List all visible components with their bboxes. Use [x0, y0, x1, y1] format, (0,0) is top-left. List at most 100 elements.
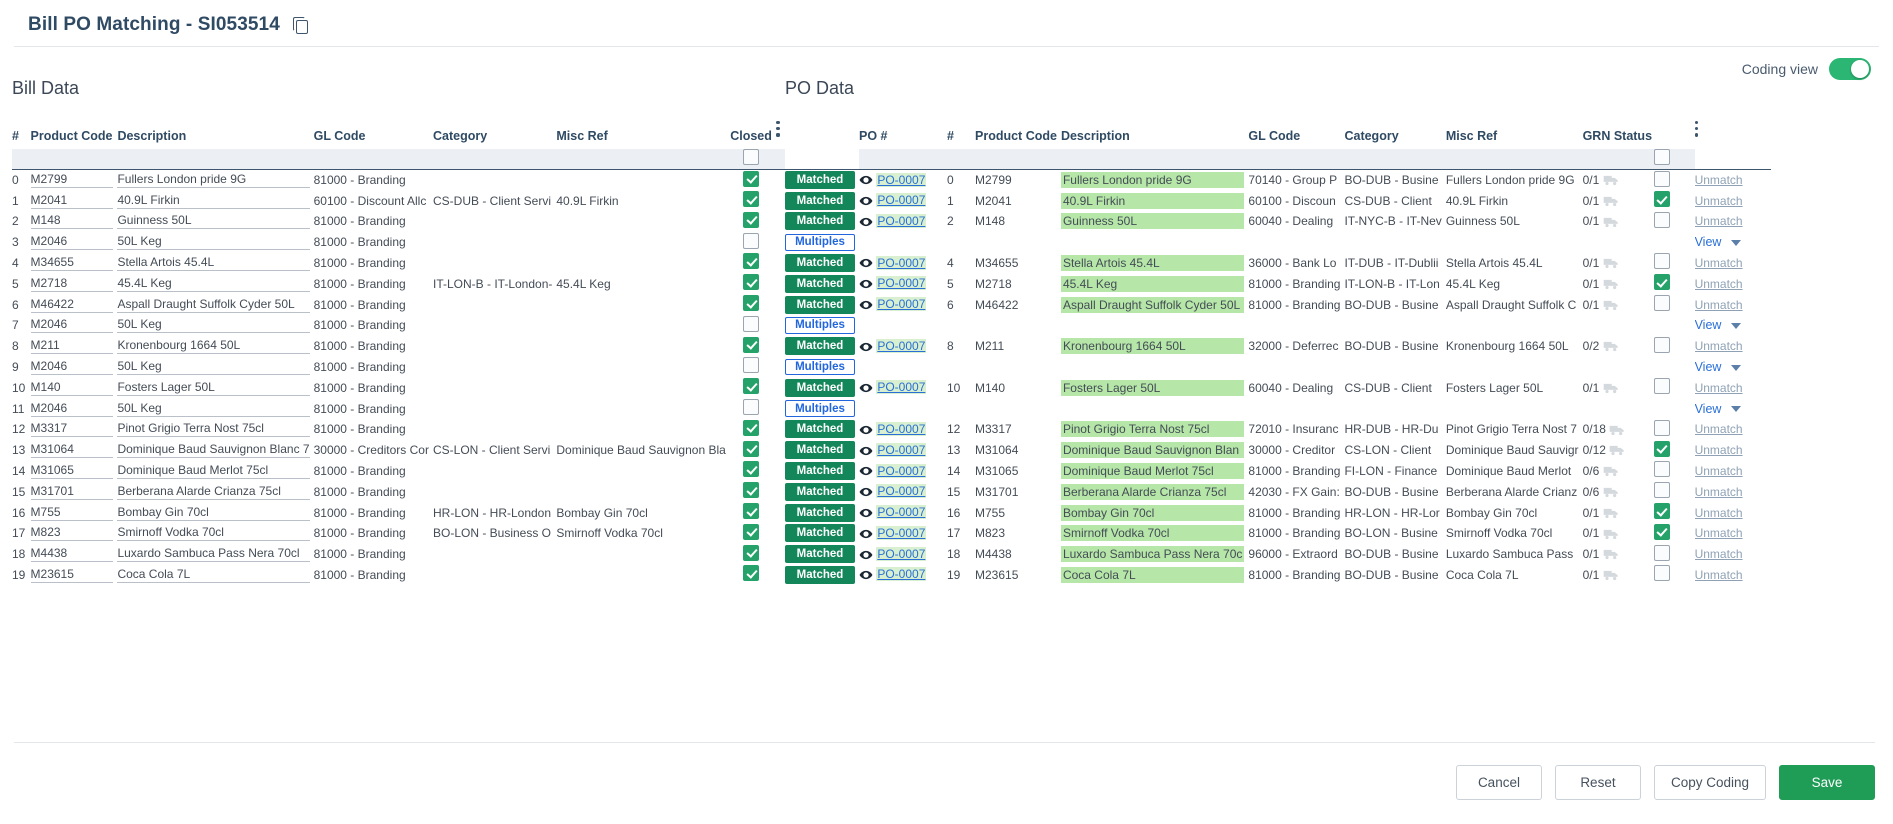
bill-row-gl-code[interactable]: 81000 - Branding [314, 523, 433, 544]
bill-row-gl-code[interactable]: 81000 - Branding [314, 419, 433, 440]
bill-row-category[interactable]: CS-DUB - Client Servi [433, 190, 556, 211]
closed-checkbox[interactable] [743, 544, 760, 561]
closed-checkbox[interactable] [743, 440, 760, 457]
preview-eye-icon[interactable] [859, 485, 873, 499]
bill-row-description[interactable]: Pinot Grigio Terra Nost 75cl [117, 419, 313, 440]
bill-row-gl-code[interactable]: 81000 - Branding [314, 336, 433, 357]
po-row-status[interactable]: Matched [785, 273, 859, 294]
bill-row-gl-code[interactable]: 81000 - Branding [314, 253, 433, 274]
po-closed-checkbox[interactable] [1653, 523, 1670, 540]
bill-row-misc-ref[interactable]: Dominique Baud Sauvignon Bla [556, 440, 729, 461]
po-row-action[interactable]: View [1695, 357, 1771, 378]
bill-row-gl-code[interactable]: 81000 - Branding [314, 211, 433, 232]
bill-row-misc-ref[interactable] [556, 377, 729, 398]
table-row[interactable]: 15 M31701 Berberana Alarde Crianza 75cl 810… [12, 481, 785, 502]
closed-checkbox[interactable] [743, 357, 760, 374]
view-link[interactable]: View [1695, 360, 1722, 374]
unmatch-link[interactable]: Unmatch [1695, 339, 1743, 353]
bill-row-misc-ref[interactable] [556, 336, 729, 357]
bill-row-product-code[interactable]: M2046 [30, 398, 118, 419]
table-row[interactable]: Matched PO-0007 0 M2799 Fullers London prid… [785, 169, 1771, 190]
closed-checkbox[interactable] [743, 211, 760, 228]
bill-row-gl-code[interactable]: 30000 - Creditors Cor [314, 440, 433, 461]
reset-button[interactable]: Reset [1554, 765, 1641, 800]
closed-checkbox[interactable] [743, 461, 760, 478]
status-badge[interactable]: Matched [785, 441, 855, 460]
status-badge[interactable]: Multiples [785, 400, 855, 417]
bill-row-closed-checkbox-cell[interactable] [730, 461, 777, 482]
po-closed-checkbox[interactable] [1653, 440, 1670, 457]
po-row-closed-checkbox-cell[interactable] [1633, 419, 1695, 440]
po-row-po-number[interactable]: PO-0007 [859, 481, 947, 502]
table-row[interactable]: Matched PO-0007 16 M755 Bombay Gin 70cl 8100… [785, 502, 1771, 523]
table-row[interactable]: Multiples View [785, 232, 1771, 253]
bill-row-gl-code[interactable]: 81000 - Branding [314, 502, 433, 523]
bill-row-category[interactable] [433, 565, 556, 586]
po-row-action[interactable]: Unmatch [1695, 253, 1771, 274]
bill-row-gl-code[interactable]: 81000 - Branding [314, 169, 433, 190]
po-row-po-number[interactable]: PO-0007 [859, 253, 947, 274]
bill-filter-gl-code[interactable] [313, 148, 433, 170]
po-filter-po-number[interactable] [859, 148, 947, 170]
bill-row-closed-checkbox-cell[interactable] [730, 232, 777, 253]
po-row-closed-checkbox-cell[interactable] [1633, 523, 1695, 544]
po-row-action[interactable]: Unmatch [1695, 440, 1771, 461]
po-closed-checkbox[interactable] [1653, 461, 1670, 478]
table-row[interactable]: Matched PO-0007 5 M2718 45.4L Keg 81000 - Br… [785, 273, 1771, 294]
status-badge[interactable]: Matched [785, 274, 855, 293]
po-row-po-number[interactable]: PO-0007 [859, 461, 947, 482]
status-badge[interactable]: Matched [785, 482, 855, 501]
bill-row-category[interactable] [433, 377, 556, 398]
chevron-down-icon[interactable] [1731, 323, 1742, 330]
po-row-action[interactable]: View [1695, 398, 1771, 419]
table-row[interactable]: 18 M4438 Luxardo Sambuca Pass Nera 70cl 810… [12, 544, 785, 565]
po-row-status[interactable]: Matched [785, 169, 859, 190]
bill-row-description[interactable]: 50L Keg [117, 315, 313, 336]
coding-view-control[interactable]: Coding view [1742, 58, 1871, 80]
bill-row-gl-code[interactable]: 81000 - Branding [314, 232, 433, 253]
po-closed-checkbox[interactable] [1653, 295, 1670, 312]
closed-checkbox[interactable] [743, 399, 760, 416]
preview-eye-icon[interactable] [859, 215, 873, 229]
preview-eye-icon[interactable] [859, 568, 873, 582]
preview-eye-icon[interactable] [859, 256, 873, 270]
closed-checkbox[interactable] [743, 170, 760, 187]
bill-row-category[interactable] [433, 336, 556, 357]
bill-row-description[interactable]: Smirnoff Vodka 70cl [117, 523, 313, 544]
bill-col-index[interactable]: # [12, 121, 31, 149]
bill-row-product-code[interactable]: M211 [30, 336, 118, 357]
preview-eye-icon[interactable] [859, 423, 873, 437]
po-row-po-number[interactable]: PO-0007 [859, 169, 947, 190]
unmatch-link[interactable]: Unmatch [1695, 485, 1743, 499]
po-number-link[interactable]: PO-0007 [876, 421, 927, 436]
po-row-po-number[interactable]: PO-0007 [859, 523, 947, 544]
closed-checkbox[interactable] [743, 295, 760, 312]
bill-row-product-code[interactable]: M2046 [30, 315, 118, 336]
po-number-link[interactable]: PO-0007 [876, 380, 927, 395]
bill-row-category[interactable] [433, 294, 556, 315]
bill-row-category[interactable]: BO-LON - Business O [433, 523, 556, 544]
bill-row-gl-code[interactable]: 81000 - Branding [314, 481, 433, 502]
po-number-link[interactable]: PO-0007 [876, 505, 927, 520]
bill-filter-misc-ref[interactable] [556, 148, 730, 170]
po-closed-checkbox[interactable] [1653, 336, 1670, 353]
bill-row-misc-ref[interactable] [556, 544, 729, 565]
bill-row-product-code[interactable]: M823 [30, 523, 118, 544]
bill-row-category[interactable] [433, 357, 556, 378]
table-row[interactable]: Matched PO-0007 13 M31064 Dominique Baud Sa… [785, 440, 1771, 461]
bill-row-closed-checkbox-cell[interactable] [730, 502, 777, 523]
bill-row-description[interactable]: Fullers London pride 9G [117, 169, 313, 190]
bill-row-description[interactable]: Fosters Lager 50L [117, 377, 313, 398]
table-row[interactable]: Multiples View [785, 398, 1771, 419]
bill-row-closed-checkbox-cell[interactable] [730, 419, 777, 440]
po-filter-closed[interactable] [1632, 148, 1695, 170]
po-row-action[interactable]: Unmatch [1695, 481, 1771, 502]
bill-row-gl-code[interactable]: 81000 - Branding [314, 294, 433, 315]
po-row-status[interactable]: Matched [785, 565, 859, 586]
po-row-action[interactable]: Unmatch [1695, 294, 1771, 315]
table-row[interactable]: 8 M211 Kronenbourg 1664 50L 81000 - Brandin… [12, 336, 785, 357]
po-closed-checkbox[interactable] [1653, 419, 1670, 436]
po-row-status[interactable]: Matched [785, 481, 859, 502]
po-row-action[interactable]: Unmatch [1695, 565, 1771, 586]
bill-row-category[interactable] [433, 398, 556, 419]
